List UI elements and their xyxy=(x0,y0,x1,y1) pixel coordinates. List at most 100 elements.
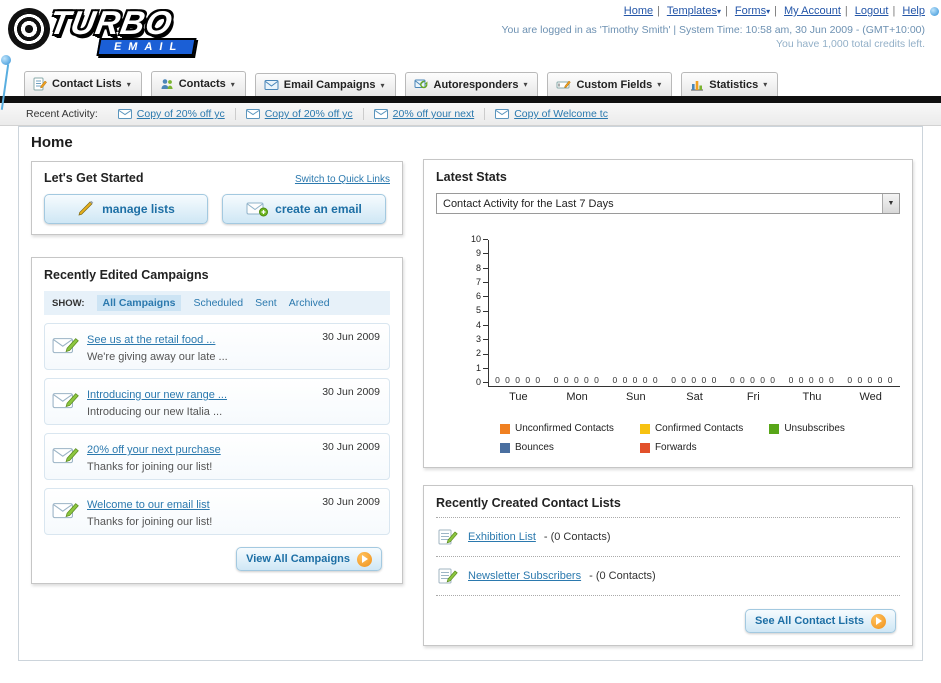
stats-panel-title: Latest Stats xyxy=(436,170,507,184)
legend-item: Confirmed Contacts xyxy=(639,423,743,434)
tab-email-campaigns[interactable]: Email Campaigns ▾ xyxy=(254,73,396,96)
chart-plot-area: 0 0 0 0 0 0 0 0 0 0 0 0 0 0 0 0 0 0 0 0 0 0 … xyxy=(488,240,900,387)
link-forms[interactable]: Forms xyxy=(735,5,766,17)
list-pencil-icon xyxy=(438,568,458,584)
chart-value-labels: 0 0 0 0 0 xyxy=(553,375,601,385)
tab-custom-fields[interactable]: Custom Fields ▾ xyxy=(547,72,673,96)
view-all-campaigns-button[interactable]: View All Campaigns xyxy=(236,547,382,571)
legend-label: Bounces xyxy=(515,442,554,453)
campaign-subtitle: Thanks for joining our list! xyxy=(87,516,213,528)
campaign-subtitle: We're giving away our late ... xyxy=(87,351,228,363)
tab-contacts[interactable]: Contacts ▾ xyxy=(150,71,246,96)
campaign-subtitle: Introducing our new Italia ... xyxy=(87,406,223,418)
chart-value-labels: 0 0 0 0 0 xyxy=(729,375,777,385)
get-started-panel: Let's Get Started Switch to Quick Links … xyxy=(31,161,403,235)
x-axis-label: Wed xyxy=(859,391,882,403)
recent-activity-link[interactable]: Copy of 20% off yc xyxy=(137,108,225,120)
right-column: Latest Stats Contact Activity for the La… xyxy=(423,159,913,646)
app-logo: TURBO EMAIL xyxy=(4,2,256,60)
chevron-down-icon: ▾ xyxy=(230,79,235,89)
create-email-button[interactable]: create an email xyxy=(222,194,386,224)
recent-activity-link[interactable]: Copy of 20% off yc xyxy=(265,108,353,120)
chart-x-labels: Tue Mon Sun Sat Fri Thu Wed xyxy=(489,391,900,403)
envelope-icon xyxy=(495,109,510,119)
y-tick-label: 0 xyxy=(476,377,488,387)
link-templates[interactable]: Templates xyxy=(667,5,717,17)
stats-period-select[interactable]: Contact Activity for the Last 7 Days xyxy=(436,193,900,214)
nav-divider-bar xyxy=(0,96,941,103)
campaign-title-link[interactable]: See us at the retail food ... xyxy=(87,334,215,346)
recent-activity-label: Recent Activity: xyxy=(26,108,98,120)
tab-label: Autoresponders xyxy=(433,78,519,91)
tab-label: Custom Fields xyxy=(576,78,653,91)
campaign-date: 30 Jun 2009 xyxy=(322,331,380,343)
contact-list-item: Newsletter Subscribers - (0 Contacts) xyxy=(436,557,900,596)
filter-archived[interactable]: Archived xyxy=(289,297,330,309)
campaign-subtitle: Thanks for joining our list! xyxy=(87,461,213,473)
filter-sent[interactable]: Sent xyxy=(255,297,277,309)
campaign-title-link[interactable]: Introducing our new range ... xyxy=(87,389,227,401)
envelope-icon xyxy=(373,109,388,119)
campaign-row: Welcome to our email list Thanks for joi… xyxy=(44,488,390,535)
contact-list-link[interactable]: Newsletter Subscribers xyxy=(468,570,581,582)
link-separator: | xyxy=(657,5,660,17)
recent-activity-item[interactable]: Copy of Welcome tc xyxy=(485,108,618,120)
contact-list-link[interactable]: Exhibition List xyxy=(468,531,536,543)
create-email-label: create an email xyxy=(275,202,362,216)
chevron-down-icon: ▾ xyxy=(716,7,721,16)
get-started-title: Let's Get Started xyxy=(44,171,144,185)
chevron-down-icon: ▾ xyxy=(766,7,771,16)
recent-activity-item[interactable]: Copy of 20% off yc xyxy=(108,108,236,120)
tab-contact-lists[interactable]: Contact Lists ▾ xyxy=(24,71,142,96)
contact-lists-panel-title: Recently Created Contact Lists xyxy=(436,496,900,518)
tab-autoresponders[interactable]: Autoresponders ▾ xyxy=(404,72,539,96)
x-axis-label: Thu xyxy=(802,391,822,403)
chart-value-labels: 0 0 0 0 0 xyxy=(612,375,660,385)
recent-activity-item[interactable]: 20% off your next xyxy=(364,108,486,120)
x-axis-label: Sat xyxy=(686,391,703,403)
view-all-campaigns-label: View All Campaigns xyxy=(246,553,350,565)
legend-item: Unconfirmed Contacts xyxy=(500,423,614,434)
header-utility: Home | Templates▾ | Forms▾ | My Account | Lo… xyxy=(501,5,925,50)
campaign-title-link[interactable]: Welcome to our email list xyxy=(87,499,210,511)
envelope-plus-icon xyxy=(246,202,269,217)
chevron-down-icon: ▾ xyxy=(380,80,385,90)
tab-label: Email Campaigns xyxy=(283,79,376,91)
contact-list-count: - (0 Contacts) xyxy=(589,570,656,582)
legend-item: Bounces xyxy=(500,442,614,453)
chart-y-axis: 10 9 8 7 6 5 4 3 2 1 0 xyxy=(436,235,488,387)
envelope-pencil-icon xyxy=(52,332,80,361)
legend-item: Unsubscribes xyxy=(769,423,845,434)
recent-activity-link[interactable]: Copy of Welcome tc xyxy=(514,108,608,120)
y-tick-label: 8 xyxy=(476,263,488,273)
campaign-row: 20% off your next purchase Thanks for jo… xyxy=(44,433,390,480)
campaign-title-link[interactable]: 20% off your next purchase xyxy=(87,444,221,456)
link-home[interactable]: Home xyxy=(624,5,653,17)
chevron-down-icon: ▾ xyxy=(763,80,768,89)
envelope-icon xyxy=(245,109,260,119)
filter-all-campaigns[interactable]: All Campaigns xyxy=(96,295,182,311)
link-logout[interactable]: Logout xyxy=(855,5,889,17)
recent-campaigns-panel: Recently Edited Campaigns SHOW: All Camp… xyxy=(31,257,403,584)
login-info: You are logged in as 'Timothy Smith' | S… xyxy=(501,24,925,36)
tab-label: Contacts xyxy=(178,78,226,90)
switch-quick-links-link[interactable]: Switch to Quick Links xyxy=(295,174,390,185)
recent-activity-link[interactable]: 20% off your next xyxy=(393,108,475,120)
y-tick-label: 3 xyxy=(476,335,488,344)
tab-statistics[interactable]: Statistics ▾ xyxy=(681,72,779,96)
chevron-down-icon: ▾ xyxy=(657,80,662,89)
link-separator: | xyxy=(844,5,848,17)
list-pencil-icon xyxy=(438,529,458,545)
see-all-contact-lists-button[interactable]: See All Contact Lists xyxy=(744,609,896,633)
tab-label: Contact Lists xyxy=(52,78,122,90)
legend-swatch xyxy=(639,442,650,453)
show-label: SHOW: xyxy=(52,297,85,309)
link-help[interactable]: Help xyxy=(902,5,925,17)
chart-legend: Unconfirmed Contacts Confirmed Contacts Un… xyxy=(500,423,900,453)
link-my-account[interactable]: My Account xyxy=(784,5,841,17)
contact-lists-icon xyxy=(33,77,47,91)
filter-scheduled[interactable]: Scheduled xyxy=(193,297,243,309)
recent-activity-item[interactable]: Copy of 20% off yc xyxy=(236,108,364,120)
manage-lists-button[interactable]: manage lists xyxy=(44,194,208,224)
y-tick-label: 4 xyxy=(476,320,488,330)
